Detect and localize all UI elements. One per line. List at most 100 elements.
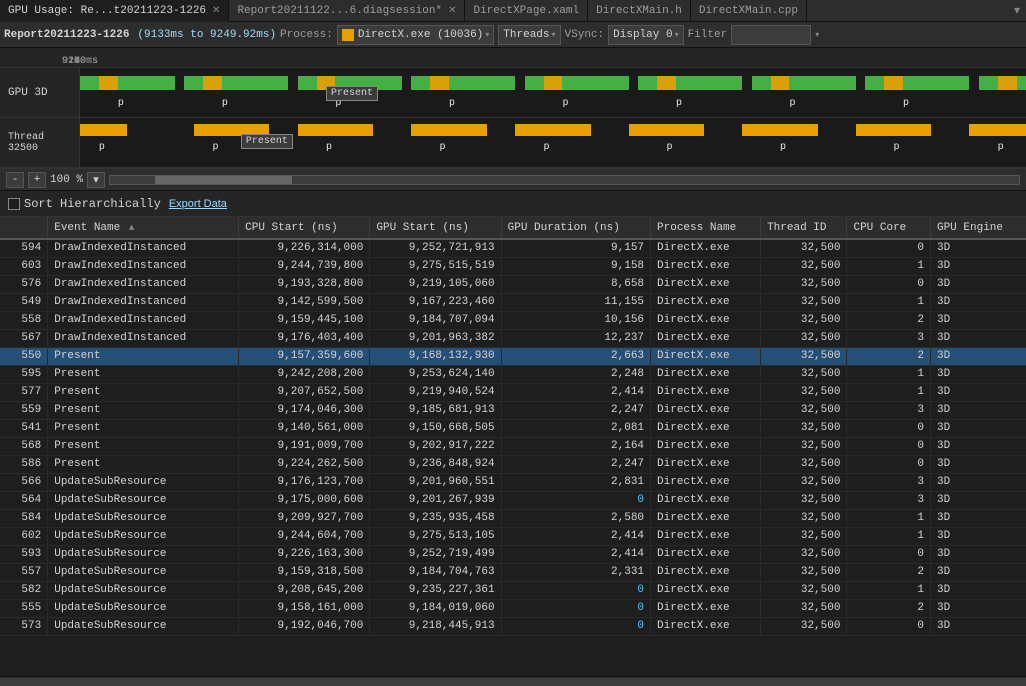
sort-hierarchically-label: Sort Hierarchically [24,197,161,211]
table-row[interactable]: 593 UpdateSubResource 9,226,163,300 9,25… [0,545,1026,563]
table-row[interactable]: 567 DrawIndexedInstanced 9,176,403,400 9… [0,329,1026,347]
table-row[interactable]: 559 Present 9,174,046,300 9,185,681,913 … [0,401,1026,419]
table-row[interactable]: 577 Present 9,207,652,500 9,219,940,524 … [0,383,1026,401]
gpu-p-label-8: p [903,98,909,109]
vsync-label: VSync: [565,29,605,41]
cell-process-name: DirectX.exe [651,563,761,581]
cell-gpu-start: 9,150,668,505 [370,419,501,437]
th-cpu-core[interactable]: CPU Core [847,217,931,239]
table-row[interactable]: 602 UpdateSubResource 9,244,604,700 9,27… [0,527,1026,545]
zoom-plus-button[interactable]: + [28,172,46,188]
filter-input[interactable] [731,25,811,45]
cell-gpu-dur: 9,157 [501,239,650,257]
zoom-minus-button[interactable]: - [6,172,24,188]
th-thread-id[interactable]: Thread ID [761,217,847,239]
cell-gpu-dur: 2,580 [501,509,650,527]
table-row[interactable]: 603 DrawIndexedInstanced 9,244,739,800 9… [0,257,1026,275]
table-row[interactable]: 582 UpdateSubResource 9,208,645,200 9,23… [0,581,1026,599]
cell-event-name: Present [48,401,239,419]
table-row[interactable]: 549 DrawIndexedInstanced 9,142,599,500 9… [0,293,1026,311]
cell-gpu-engine: 3D [930,491,1026,509]
table-row[interactable]: 558 DrawIndexedInstanced 9,159,445,100 9… [0,311,1026,329]
cell-thread-id: 32,500 [761,527,847,545]
cell-id: 595 [0,365,48,383]
cell-gpu-engine: 3D [930,473,1026,491]
cell-event-name: UpdateSubResource [48,509,239,527]
cell-thread-id: 32,500 [761,509,847,527]
th-gpu-start[interactable]: GPU Start (ns) [370,217,501,239]
tab-gpu-usage-close[interactable]: ✕ [212,5,220,17]
table-row[interactable]: 564 UpdateSubResource 9,175,000,600 9,20… [0,491,1026,509]
table-row[interactable]: 595 Present 9,242,208,200 9,253,624,140 … [0,365,1026,383]
table-row[interactable]: 550 Present 9,157,359,600 9,168,132,930 … [0,347,1026,365]
tab-diagsession-label: Report20211122...6.diagsession* [237,5,442,17]
cell-id: 555 [0,599,48,617]
table-row[interactable]: 576 DrawIndexedInstanced 9,193,328,800 9… [0,275,1026,293]
zoom-dropdown-button[interactable]: ▾ [87,172,105,188]
table-row[interactable]: 555 UpdateSubResource 9,158,161,000 9,18… [0,599,1026,617]
tab-directxpage-xaml[interactable]: DirectXPage.xaml [465,0,588,22]
bottom-scrollbar[interactable] [0,676,1026,686]
filter-dropdown-arrow: ▾ [815,30,819,40]
cell-gpu-engine: 3D [930,419,1026,437]
cell-gpu-engine: 3D [930,437,1026,455]
th-cpu-start[interactable]: CPU Start (ns) [239,217,370,239]
cell-cpu-core: 1 [847,527,931,545]
process-dropdown-arrow: ▾ [485,30,489,40]
table-row[interactable]: 573 UpdateSubResource 9,192,046,700 9,21… [0,617,1026,635]
tab-directxmain-cpp[interactable]: DirectXMain.cpp [691,0,807,22]
cell-cpu-start: 9,158,161,000 [239,599,370,617]
cell-id: 566 [0,473,48,491]
tab-diagsession-close[interactable]: ✕ [448,5,456,17]
cell-cpu-core: 0 [847,455,931,473]
cell-id: 593 [0,545,48,563]
tab-diagsession[interactable]: Report20211122...6.diagsession* ✕ [229,0,465,22]
th-gpu-dur[interactable]: GPU Duration (ns) [501,217,650,239]
data-table-wrapper[interactable]: Event Name ▲ CPU Start (ns) GPU Start (n… [0,217,1026,676]
table-row[interactable]: 594 DrawIndexedInstanced 9,226,314,000 9… [0,239,1026,257]
th-id[interactable] [0,217,48,239]
cell-gpu-dur: 0 [501,599,650,617]
cell-process-name: DirectX.exe [651,617,761,635]
cell-gpu-start: 9,202,917,222 [370,437,501,455]
tab-overflow-button[interactable]: ▾ [1008,3,1026,18]
sort-hierarchically-check[interactable] [8,198,20,210]
display-dropdown[interactable]: Display 0 ▾ [608,25,683,45]
threads-dropdown[interactable]: Threads ▾ [498,25,560,45]
threads-dropdown-arrow: ▾ [552,30,556,40]
tab-gpu-usage[interactable]: GPU Usage: Re...t20211223-1226 ✕ [0,0,229,22]
table-row[interactable]: 584 UpdateSubResource 9,209,927,700 9,23… [0,509,1026,527]
cell-thread-id: 32,500 [761,311,847,329]
thread-p-label-2: p [212,142,218,153]
table-row[interactable]: 568 Present 9,191,009,700 9,202,917,222 … [0,437,1026,455]
th-event-name[interactable]: Event Name ▲ [48,217,239,239]
gpu-3d-row: GPU 3D p p p p p [0,68,1026,118]
cell-process-name: DirectX.exe [651,275,761,293]
cell-thread-id: 32,500 [761,293,847,311]
cell-cpu-core: 3 [847,491,931,509]
table-row[interactable]: 557 UpdateSubResource 9,159,318,500 9,18… [0,563,1026,581]
gpu-3d-track[interactable]: p p p p p p p p Present [80,68,1026,117]
cell-cpu-start: 9,207,652,500 [239,383,370,401]
cell-cpu-core: 1 [847,365,931,383]
cell-id: 557 [0,563,48,581]
sort-hierarchically-checkbox[interactable]: Sort Hierarchically [8,197,161,211]
th-gpu-engine[interactable]: GPU Engine [930,217,1026,239]
tab-directxmain-h[interactable]: DirectXMain.h [588,0,691,22]
th-process-name[interactable]: Process Name [651,217,761,239]
export-data-button[interactable]: Export Data [169,198,227,210]
table-row[interactable]: 566 UpdateSubResource 9,176,123,700 9,20… [0,473,1026,491]
process-dropdown[interactable]: DirectX.exe (10036) ▾ [337,25,494,45]
table-body: 594 DrawIndexedInstanced 9,226,314,000 9… [0,239,1026,635]
thread-32500-track[interactable]: p p p p p p p p p Present [80,118,1026,167]
cell-gpu-engine: 3D [930,275,1026,293]
threads-label: Threads [503,29,549,41]
table-row[interactable]: 586 Present 9,224,262,500 9,236,848,924 … [0,455,1026,473]
cell-thread-id: 32,500 [761,347,847,365]
timeline-scrollbar[interactable] [109,175,1020,185]
table-row[interactable]: 541 Present 9,140,561,000 9,150,668,505 … [0,419,1026,437]
cell-id: 573 [0,617,48,635]
cell-gpu-dur: 11,155 [501,293,650,311]
cell-gpu-start: 9,219,940,524 [370,383,501,401]
thread-present-marker: Present [241,134,293,149]
